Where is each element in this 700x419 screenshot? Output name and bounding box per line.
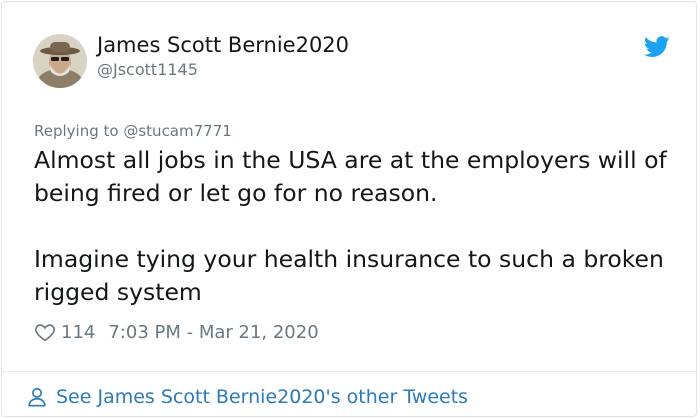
other-tweets-label[interactable]: See James Scott Bernie2020's other Tweet… (56, 386, 468, 408)
twitter-bird-icon[interactable] (644, 36, 670, 58)
other-tweets-link[interactable]: See James Scott Bernie2020's other Tweet… (26, 384, 468, 410)
reply-context: Replying to @stucam7771 (34, 122, 232, 140)
divider (2, 371, 696, 372)
tweet-paragraph: Almost all jobs in the USA are at the em… (34, 146, 667, 207)
tweet-timestamp[interactable]: 7:03 PM - Mar 21, 2020 (108, 322, 318, 343)
avatar-image (33, 34, 87, 88)
tweet-meta: 114 7:03 PM - Mar 21, 2020 (34, 320, 319, 344)
reply-prefix: Replying to (34, 122, 119, 140)
person-icon (28, 387, 46, 407)
tweet-paragraph: Imagine tying your health insurance to s… (34, 245, 664, 306)
author-display-name[interactable]: James Scott Bernie2020 (97, 33, 349, 57)
avatar[interactable] (33, 34, 87, 88)
tweet-card: James Scott Bernie2020 @Jscott1145 Reply… (1, 1, 697, 417)
heart-icon[interactable] (34, 321, 56, 343)
reply-mention-link[interactable]: @stucam7771 (123, 122, 231, 140)
author-handle[interactable]: @Jscott1145 (97, 60, 198, 79)
like-count[interactable]: 114 (61, 322, 95, 343)
tweet-text: Almost all jobs in the USA are at the em… (34, 144, 674, 309)
